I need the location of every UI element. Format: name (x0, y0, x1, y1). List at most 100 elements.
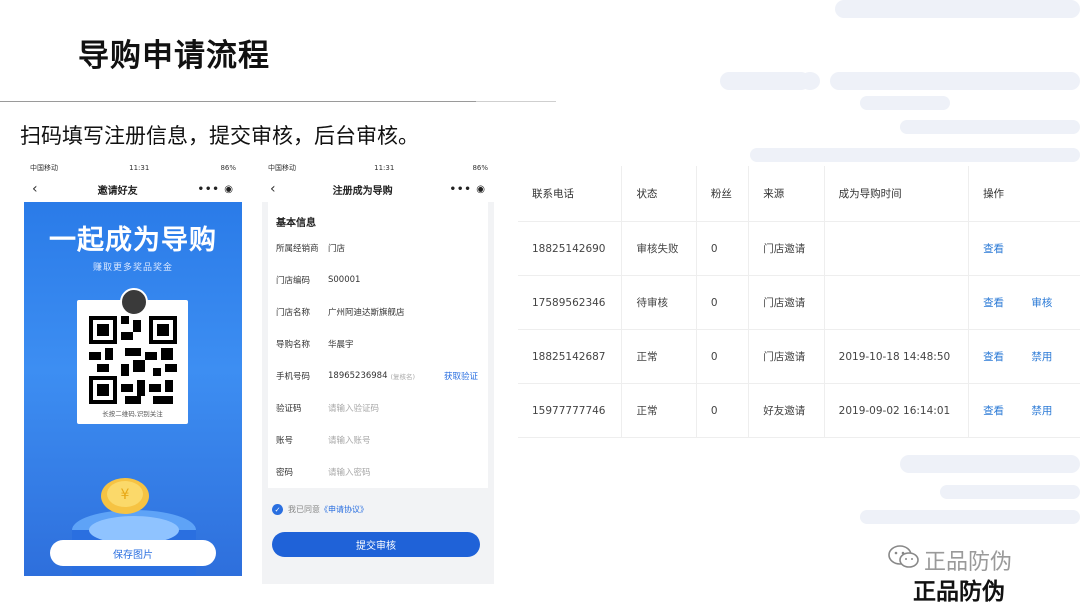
back-icon[interactable]: ‹ (270, 181, 276, 197)
save-image-button[interactable]: 保存图片 (50, 540, 216, 566)
password-input[interactable]: 请输入密码 (328, 466, 371, 478)
form-row-guide-name: 导购名称 华晨宇 (276, 336, 486, 352)
column-header: 操作 (968, 166, 1080, 222)
phone-cell: 15977777746 (518, 383, 623, 438)
phone-field[interactable]: 18965236984 (328, 371, 388, 381)
title-divider-extension (476, 101, 556, 102)
register-phone-screen: 中国移动 11:31 86% ‹ 注册成为导购 ••• ◉ 基本信息 所属经销商… (262, 160, 494, 584)
agree-text: 我已同意 (288, 505, 320, 514)
more-options-icon[interactable]: ••• ◉ (450, 184, 486, 195)
time-cell (824, 221, 970, 276)
qr-card: 长按二维码,识别关注 (77, 288, 188, 424)
svg-text:¥: ¥ (121, 487, 130, 503)
column-header: 成为导购时间 (824, 166, 970, 222)
nav-bar: ‹ 注册成为导购 ••• ◉ (262, 176, 494, 202)
agree-checkbox[interactable]: ✓ (272, 504, 283, 515)
store-name-field[interactable]: 广州阿迪达斯旗舰店 (328, 306, 405, 318)
form-row-password: 密码 请输入密码 (276, 464, 486, 480)
review-link[interactable]: 审核 (1031, 297, 1052, 309)
decor-stripe (830, 72, 1080, 90)
fans-cell: 0 (696, 221, 750, 276)
admin-guide-table: 联系电话 状态 粉丝 来源 成为导购时间 操作 18825142690 审核失败… (518, 166, 1080, 440)
field-label: 所属经销商 (276, 244, 319, 254)
decor-stripe (800, 72, 820, 90)
status-cell: 待审核 (621, 275, 697, 330)
field-label: 门店编码 (276, 276, 311, 286)
form-row-account: 账号 请输入账号 (276, 432, 486, 448)
carrier-label: 中国移动 (30, 164, 58, 172)
field-label: 导购名称 (276, 340, 311, 350)
submit-review-button[interactable]: 提交审核 (272, 532, 480, 557)
carrier-label: 中国移动 (268, 164, 296, 172)
status-cell: 审核失败 (621, 221, 697, 276)
form-row-phone: 手机号码 18965236984 (复核名) 获取验证 (276, 368, 486, 384)
decor-stripe (835, 0, 1080, 18)
back-icon[interactable]: ‹ (32, 181, 38, 197)
decor-stripe (720, 72, 810, 90)
actions-cell: 查看 禁用 (968, 383, 1080, 438)
invite-headline: 一起成为导购 (49, 225, 217, 256)
title-divider (0, 101, 476, 102)
get-code-button[interactable]: 获取验证 (444, 370, 478, 382)
source-cell: 好友邀请 (748, 383, 825, 438)
status-bar: 中国移动 11:31 86% (262, 160, 494, 176)
form-row-code: 验证码 请输入验证码 (276, 400, 486, 416)
column-header: 联系电话 (518, 166, 623, 222)
more-options-icon[interactable]: ••• ◉ (198, 184, 234, 195)
form-row-store-name: 门店名称 广州阿迪达斯旗舰店 (276, 304, 486, 320)
guide-name-field[interactable]: 华晨宇 (328, 338, 354, 350)
dealer-field[interactable]: 门店 (328, 242, 345, 254)
decor-stripe (750, 148, 1080, 162)
decor-stripe (940, 485, 1080, 499)
view-link[interactable]: 查看 (983, 351, 1004, 363)
status-bar: 中国移动 11:31 86% (24, 160, 242, 176)
table-row: 17589562346 待审核 0 门店邀请 查看 审核 (518, 275, 1080, 330)
view-link[interactable]: 查看 (983, 243, 1004, 255)
section-title: 基本信息 (276, 218, 316, 229)
account-input[interactable]: 请输入账号 (328, 434, 371, 446)
table-row: 15977777746 正常 0 好友邀请 2019-09-02 16:14:0… (518, 383, 1080, 438)
field-label: 密码 (276, 468, 294, 478)
source-cell: 门店邀请 (748, 221, 825, 276)
nav-bar: ‹ 邀请好友 ••• ◉ (24, 176, 242, 202)
invite-subheadline: 赚取更多奖品奖金 (92, 263, 173, 273)
column-header: 来源 (748, 166, 825, 222)
table-row: 18825142690 审核失败 0 门店邀请 查看 (518, 221, 1080, 276)
nav-title: 注册成为导购 (332, 185, 393, 197)
column-header: 状态 (621, 166, 697, 222)
store-code-field[interactable]: S00001 (328, 275, 360, 285)
field-label: 手机号码 (276, 372, 311, 382)
avatar (120, 288, 148, 316)
source-cell: 门店邀请 (748, 275, 825, 330)
fans-cell: 0 (696, 275, 750, 330)
decor-stripe (860, 96, 950, 110)
form-card: 基本信息 所属经销商 门店 门店编码 S00001 门店名称 广州阿迪达斯旗舰店… (268, 202, 488, 488)
phone-cell: 18825142687 (518, 329, 623, 384)
agreement-link[interactable]: 《申请协议》 (320, 504, 368, 515)
qr-caption: 长按二维码,识别关注 (102, 410, 163, 418)
view-link[interactable]: 查看 (983, 297, 1004, 309)
qr-code[interactable] (89, 316, 177, 404)
table-row: 18825142687 正常 0 门店邀请 2019-10-18 14:48:5… (518, 329, 1080, 384)
disable-link[interactable]: 禁用 (1031, 351, 1052, 363)
status-cell: 正常 (621, 383, 697, 438)
disable-link[interactable]: 禁用 (1031, 405, 1052, 417)
actions-cell: 查看 禁用 (968, 329, 1080, 384)
field-label: 账号 (276, 436, 294, 446)
page-title: 导购申请流程 (78, 38, 270, 74)
column-header: 粉丝 (696, 166, 750, 222)
decor-stripe (900, 455, 1080, 473)
source-cell: 门店邀请 (748, 329, 825, 384)
phone-cell: 17589562346 (518, 275, 623, 330)
form-row-store-code: 门店编码 S00001 (276, 272, 486, 288)
phone-cell: 18825142690 (518, 221, 623, 276)
status-time: 11:31 (129, 164, 150, 172)
verification-code-input[interactable]: 请输入验证码 (328, 402, 379, 414)
register-form-area: 基本信息 所属经销商 门店 门店编码 S00001 门店名称 广州阿迪达斯旗舰店… (262, 202, 494, 584)
table-header-row: 联系电话 状态 粉丝 来源 成为导购时间 操作 (518, 166, 1080, 222)
actions-cell: 查看 (968, 221, 1080, 276)
field-label: 验证码 (276, 404, 302, 414)
form-row-dealer: 所属经销商 门店 (276, 240, 486, 256)
nav-title: 邀请好友 (97, 185, 138, 197)
view-link[interactable]: 查看 (983, 405, 1004, 417)
